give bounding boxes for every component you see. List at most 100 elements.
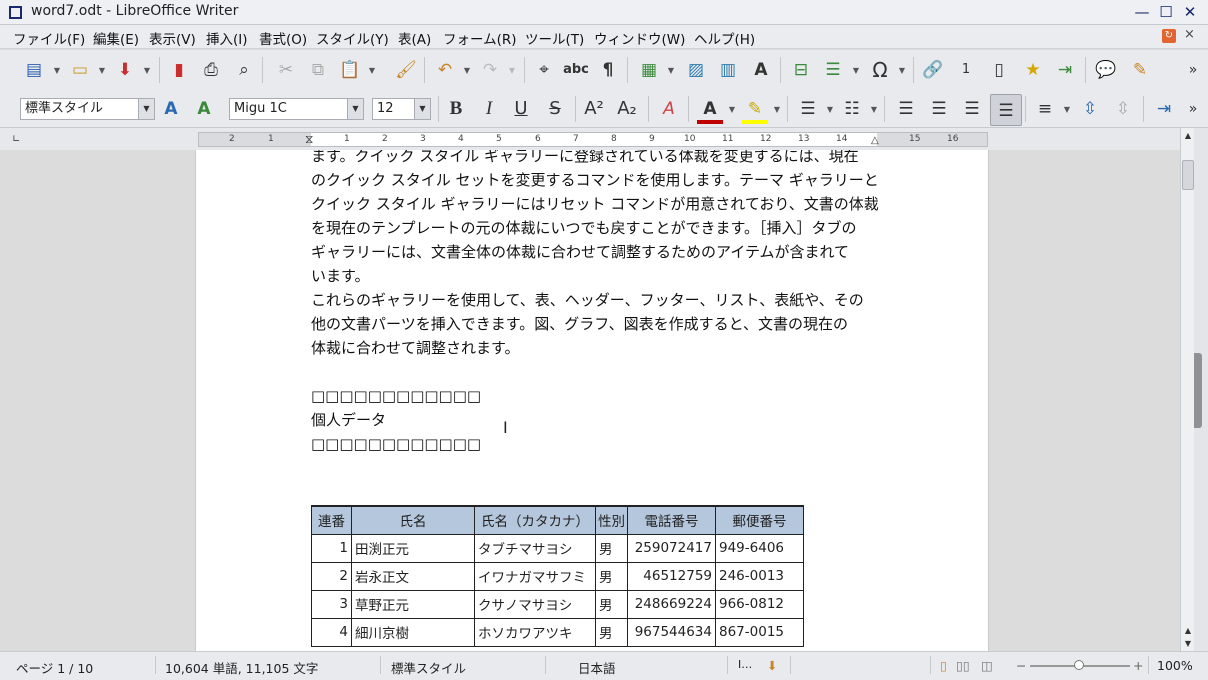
table-cell[interactable]: 男 bbox=[595, 589, 628, 619]
open-folder-icon[interactable]: ▭ bbox=[67, 57, 93, 83]
scroll-up-icon[interactable]: ▲ bbox=[1182, 130, 1194, 142]
table-cell[interactable]: 2 bbox=[311, 561, 352, 591]
menu-format[interactable]: 書式(O) bbox=[259, 28, 307, 48]
bookmark-icon[interactable]: ★ bbox=[1020, 57, 1046, 83]
table-cell[interactable]: 草野正元 bbox=[351, 589, 475, 619]
table-cell[interactable]: 949-6406 bbox=[715, 533, 804, 563]
personal-data-table[interactable]: 連番 氏名 氏名（カタカナ） 性別 電話番号 郵便番号 1 田渕正元 タブチマサ… bbox=[311, 505, 804, 647]
redo-icon[interactable]: ↷ bbox=[477, 57, 503, 83]
tab-stop-selector-icon[interactable]: ∟ bbox=[12, 134, 20, 145]
menu-file[interactable]: ファイル(F) bbox=[13, 28, 85, 48]
toolbar-overflow-icon[interactable]: » bbox=[1180, 57, 1206, 83]
indent-marker-icon[interactable]: ⧖ bbox=[305, 133, 313, 146]
undo-dropdown-icon[interactable]: ▼ bbox=[462, 66, 472, 75]
chevron-down-icon[interactable]: ▼ bbox=[138, 99, 154, 119]
header-footer-icon[interactable]: ▯ bbox=[986, 57, 1012, 83]
table-cell[interactable]: 46512759 bbox=[627, 561, 716, 591]
table-cell[interactable]: 248669224 bbox=[627, 589, 716, 619]
table-cell[interactable]: タブチマサヨシ bbox=[474, 533, 596, 563]
open-dropdown-icon[interactable]: ▼ bbox=[97, 66, 107, 75]
table-cell[interactable]: 1 bbox=[311, 533, 352, 563]
superscript-icon[interactable]: A² bbox=[581, 96, 607, 122]
chevron-down-icon[interactable]: ▼ bbox=[414, 99, 430, 119]
print-preview-icon[interactable]: ⌕ bbox=[231, 57, 257, 83]
strikethrough-icon[interactable]: S bbox=[542, 96, 568, 122]
clone-formatting-icon[interactable]: 🖌 bbox=[393, 57, 419, 83]
menu-form[interactable]: フォーム(R) bbox=[443, 28, 517, 48]
save-icon[interactable]: ⬇ bbox=[112, 57, 138, 83]
table-cell[interactable]: ホソカワアツキ bbox=[474, 617, 596, 647]
insert-table-icon[interactable]: ▦ bbox=[636, 57, 662, 83]
subscript-icon[interactable]: A₂ bbox=[614, 96, 640, 122]
font-name-combo[interactable]: Migu 1C ▼ bbox=[229, 98, 364, 120]
header-cell[interactable]: 連番 bbox=[311, 505, 352, 535]
italic-icon[interactable]: I bbox=[476, 96, 502, 122]
menu-view[interactable]: 表示(V) bbox=[149, 28, 196, 48]
table-cell[interactable]: 967544634 bbox=[627, 617, 716, 647]
redo-dropdown-icon[interactable]: ▼ bbox=[507, 66, 517, 75]
undo-icon[interactable]: ↶ bbox=[432, 57, 458, 83]
zoom-in-icon[interactable]: + bbox=[1133, 658, 1143, 673]
export-pdf-icon[interactable]: ▮ bbox=[166, 57, 192, 83]
word-count[interactable]: 10,604 単語, 11,105 文字 bbox=[165, 658, 318, 677]
table-cell[interactable]: 4 bbox=[311, 617, 352, 647]
document-page[interactable]: ます。クイック スタイル ギャラリーに登録されている体裁を変更するには、現在 の… bbox=[195, 150, 989, 651]
chevron-down-icon[interactable]: ▼ bbox=[347, 99, 363, 119]
table-cell[interactable]: イワナガマサフミ bbox=[474, 561, 596, 591]
page-style[interactable]: 標準スタイル bbox=[391, 658, 466, 677]
track-changes-icon[interactable]: ✎ bbox=[1127, 57, 1153, 83]
header-cell[interactable]: 郵便番号 bbox=[715, 505, 804, 535]
table-cell[interactable]: 男 bbox=[595, 617, 628, 647]
special-character-icon[interactable]: Ω bbox=[867, 57, 893, 83]
scrollbar-thumb[interactable] bbox=[1182, 160, 1194, 190]
footnote-icon[interactable]: 1 bbox=[953, 57, 979, 83]
line-spacing-icon[interactable]: ≡ bbox=[1032, 96, 1058, 122]
save-dropdown-icon[interactable]: ▼ bbox=[142, 66, 152, 75]
menu-help[interactable]: ヘルプ(H) bbox=[694, 28, 755, 48]
insert-field-icon[interactable]: ☰ bbox=[820, 57, 846, 83]
menu-edit[interactable]: 編集(E) bbox=[93, 28, 139, 48]
header-cell[interactable]: 氏名 bbox=[351, 505, 475, 535]
font-color-dropdown-icon[interactable]: ▼ bbox=[727, 105, 737, 114]
table-cell[interactable]: 男 bbox=[595, 561, 628, 591]
new-document-icon[interactable]: ▤ bbox=[21, 57, 47, 83]
increase-indent-icon[interactable]: ⇥ bbox=[1151, 96, 1177, 122]
insert-mode-icon[interactable]: I… bbox=[738, 658, 752, 671]
highlight-dropdown-icon[interactable]: ▼ bbox=[772, 105, 782, 114]
table-cell[interactable]: 3 bbox=[311, 589, 352, 619]
bold-icon[interactable]: B bbox=[443, 96, 469, 122]
paste-dropdown-icon[interactable]: ▼ bbox=[367, 66, 377, 75]
menu-window[interactable]: ウィンドウ(W) bbox=[594, 28, 685, 48]
bullet-list-dropdown-icon[interactable]: ▼ bbox=[825, 105, 835, 114]
book-view-icon[interactable]: ◫ bbox=[981, 658, 993, 673]
table-dropdown-icon[interactable]: ▼ bbox=[666, 66, 676, 75]
find-replace-icon[interactable]: ⌖ bbox=[531, 57, 557, 83]
table-cell[interactable]: クサノマサヨシ bbox=[474, 589, 596, 619]
copy-icon[interactable]: ⧉ bbox=[305, 57, 331, 83]
sidebar-handle[interactable] bbox=[1194, 353, 1202, 428]
table-cell[interactable]: 細川京樹 bbox=[351, 617, 475, 647]
maximize-button[interactable]: ☐ bbox=[1156, 2, 1176, 22]
font-color-icon[interactable]: A bbox=[697, 96, 723, 124]
clear-formatting-icon[interactable]: A bbox=[656, 96, 682, 122]
cut-icon[interactable]: ✂ bbox=[273, 57, 299, 83]
font-size-combo[interactable]: 12 ▼ bbox=[372, 98, 431, 120]
table-cell[interactable]: 田渕正元 bbox=[351, 533, 475, 563]
decrease-paragraph-spacing-icon[interactable]: ⇳ bbox=[1110, 96, 1136, 122]
insert-textbox-icon[interactable]: A bbox=[748, 57, 774, 83]
comment-icon[interactable]: 💬 bbox=[1093, 57, 1119, 83]
field-dropdown-icon[interactable]: ▼ bbox=[851, 66, 861, 75]
cross-reference-icon[interactable]: ⇥ bbox=[1052, 57, 1078, 83]
header-cell[interactable]: 性別 bbox=[595, 505, 628, 535]
menu-tools[interactable]: ツール(T) bbox=[525, 28, 584, 48]
underline-icon[interactable]: U bbox=[508, 96, 534, 122]
new-dropdown-icon[interactable]: ▼ bbox=[52, 66, 62, 75]
close-document-button[interactable]: × bbox=[1184, 27, 1195, 42]
formatting-marks-icon[interactable]: ¶ bbox=[595, 57, 621, 83]
hyperlink-icon[interactable]: 🔗 bbox=[920, 57, 946, 83]
menu-insert[interactable]: 挿入(I) bbox=[206, 28, 248, 48]
minimize-button[interactable]: — bbox=[1132, 2, 1152, 22]
document-modified-icon[interactable]: ⬇ bbox=[767, 658, 777, 673]
header-cell[interactable]: 氏名（カタカナ） bbox=[474, 505, 596, 535]
table-cell[interactable]: 246-0013 bbox=[715, 561, 804, 591]
